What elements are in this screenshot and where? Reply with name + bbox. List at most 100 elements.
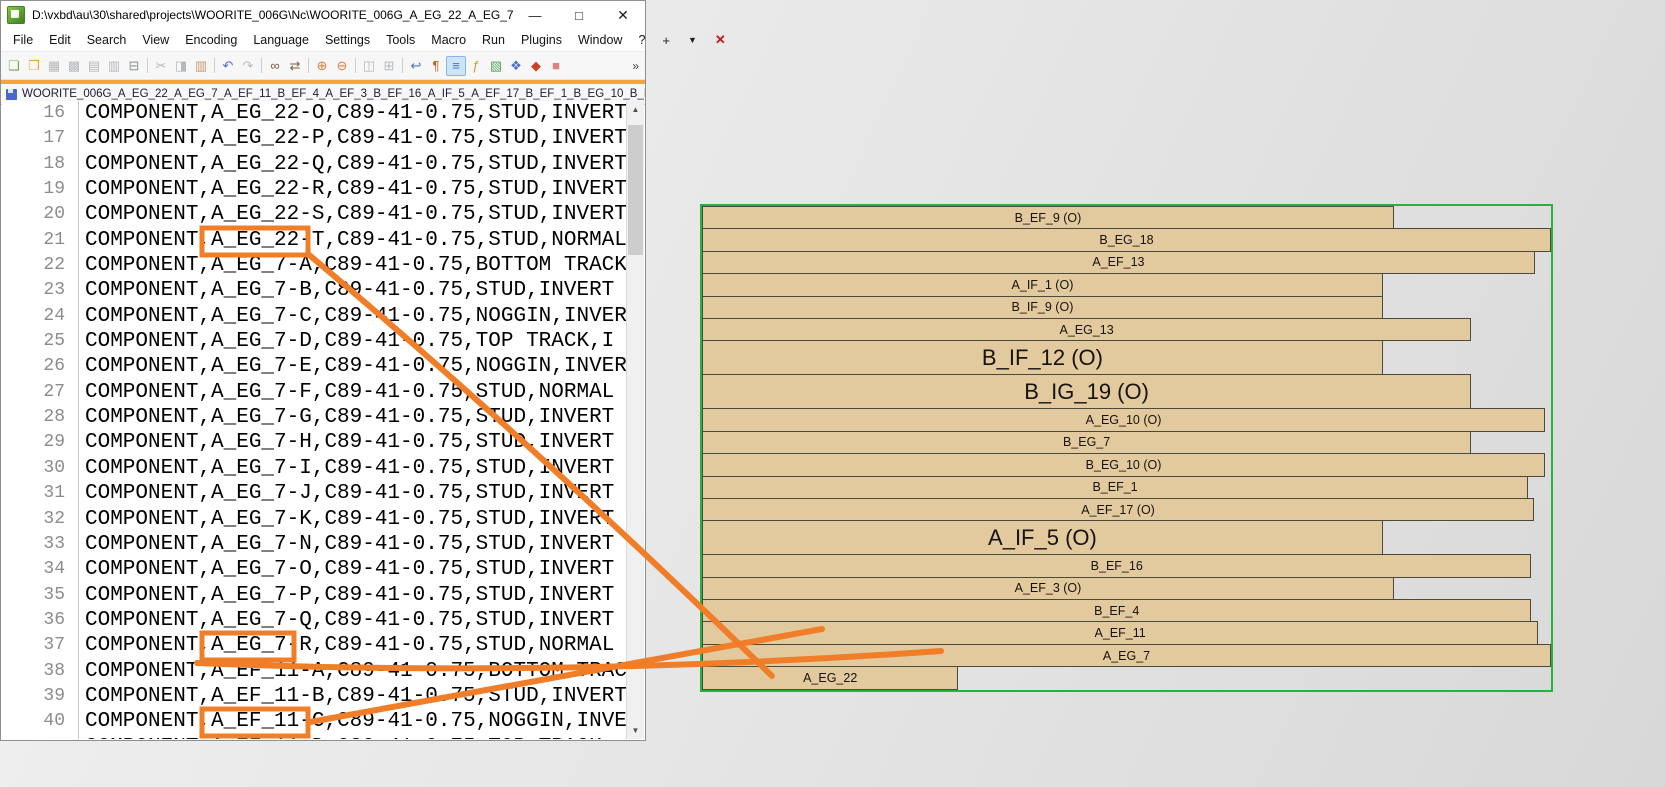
menu-item[interactable]: Language [245,31,317,49]
code-line[interactable]: COMPONENT,A_EG_22-P,C89-41-0.75,STUD,INV… [85,126,626,151]
code-line[interactable]: COMPONENT,A_EG_22-R,C89-41-0.75,STUD,INV… [85,177,626,202]
panel-bar-A_EG_13: A_EG_13 [702,318,1471,341]
document-switcher-icon[interactable]: ❖ [506,56,526,76]
panel-bar-B_EF_1: B_EF_1 [702,476,1528,499]
code-line[interactable]: COMPONENT,A_EF_11-D,C89-41-0.75,TOP TRAC… [85,735,626,739]
word-wrap-icon[interactable]: ↩ [406,56,426,76]
menu-item[interactable]: View [134,31,177,49]
new-tab-button[interactable]: + [653,33,679,48]
sync-vertical-icon[interactable]: ◫ [359,56,379,76]
menu-item[interactable]: Macro [423,31,474,49]
show-all-characters-icon[interactable]: ¶ [426,56,446,76]
menu-item[interactable]: Settings [317,31,378,49]
code-line[interactable]: COMPONENT,A_EG_7-D,C89-41-0.75,TOP TRACK… [85,329,626,354]
find-icon[interactable]: ∞ [265,56,285,76]
editor-code-area[interactable]: COMPONENT,A_EG_22-O,C89-41-0.75,STUD,INV… [79,101,626,739]
code-line[interactable]: COMPONENT,A_EG_22-S,C89-41-0.75,STUD,INV… [85,202,626,227]
line-number: 28 [2,405,65,430]
paste-icon[interactable]: ▥ [191,56,211,76]
menu-item[interactable]: Encoding [177,31,245,49]
save-all-icon[interactable]: ▩ [64,56,84,76]
panel-bar-A_EG_10: A_EG_10 (O) [702,408,1545,431]
panel-bar-A_EF_13: A_EF_13 [702,251,1535,274]
line-number: 19 [2,177,65,202]
new-file-icon[interactable]: ❏ [4,56,24,76]
tab-list-button[interactable]: ▼ [679,35,706,45]
redo-icon[interactable]: ↷ [238,56,258,76]
highlighted-token: A_EF_11 [211,710,299,733]
menu-item[interactable]: File [5,31,41,49]
close-button[interactable]: ✕ [601,2,645,29]
code-line[interactable]: COMPONENT,A_EG_7-P,C89-41-0.75,STUD,INVE… [85,583,626,608]
copy-icon[interactable]: ◨ [171,56,191,76]
code-line[interactable]: COMPONENT,A_EG_7-G,C89-41-0.75,STUD,INVE… [85,405,626,430]
menu-item[interactable]: Window [570,31,630,49]
line-number: 36 [2,608,65,633]
code-line[interactable]: COMPONENT,A_EG_7-O,C89-41-0.75,STUD,INVE… [85,557,626,582]
code-line[interactable]: COMPONENT,A_EG_22-Q,C89-41-0.75,STUD,INV… [85,152,626,177]
panel-bar-B_IF_9: B_IF_9 (O) [702,296,1383,319]
notepadpp-window: D:\vxbd\au\30\shared\projects\WOORITE_00… [0,0,646,741]
line-number: 39 [2,684,65,709]
menu-item[interactable]: ? [630,31,653,49]
menu-item[interactable]: Edit [41,31,79,49]
vertical-scrollbar[interactable]: ▲ ▼ [626,101,644,739]
zoom-out-icon[interactable]: ⊖ [332,56,352,76]
undo-icon[interactable]: ↶ [218,56,238,76]
scroll-up-button[interactable]: ▲ [627,101,644,118]
toolbar-separator [308,58,309,73]
document-map-icon[interactable]: ▧ [486,56,506,76]
menu-extras: +▼✕ [653,32,734,48]
scroll-down-button[interactable]: ▼ [627,722,644,739]
menu-item[interactable]: Search [79,31,135,49]
close-document-button[interactable]: ✕ [706,32,735,48]
indent-guide-icon[interactable]: ≡ [446,56,466,76]
sync-horizontal-icon[interactable]: ⊞ [379,56,399,76]
plugin-red-icon[interactable]: ◆ [526,56,546,76]
scrollbar-thumb[interactable] [628,125,643,255]
code-line[interactable]: COMPONENT,A_EF_11-C,C89-41-0.75,NOGGIN,I… [85,709,626,734]
code-line[interactable]: COMPONENT,A_EG_22-O,C89-41-0.75,STUD,INV… [85,101,626,126]
code-line[interactable]: COMPONENT,A_EG_7-N,C89-41-0.75,STUD,INVE… [85,532,626,557]
replace-icon[interactable]: ⇄ [285,56,305,76]
line-number: 34 [2,557,65,582]
plugin-pink-icon[interactable]: ■ [546,56,566,76]
function-list-icon[interactable]: ƒ [466,56,486,76]
code-line[interactable]: COMPONENT,A_EG_7-B,C89-41-0.75,STUD,INVE… [85,278,626,303]
open-file-icon[interactable]: ❒ [24,56,44,76]
code-line[interactable]: COMPONENT,A_EF_11-A,C89-41-0.75,BOTTOM T… [85,659,626,684]
panel-bar-B_IG_19: B_IG_19 (O) [702,374,1471,409]
code-line[interactable]: COMPONENT,A_EG_22-T,C89-41-0.75,STUD,NOR… [85,228,626,253]
menu-item[interactable]: Tools [378,31,423,49]
close-file-icon[interactable]: ▤ [84,56,104,76]
code-line[interactable]: COMPONENT,A_EG_7-Q,C89-41-0.75,STUD,INVE… [85,608,626,633]
panel-bar-B_EG_7: B_EG_7 [702,431,1471,454]
line-number: 33 [2,532,65,557]
zoom-in-icon[interactable]: ⊕ [312,56,332,76]
print-icon[interactable]: ⊟ [124,56,144,76]
save-icon[interactable]: ▦ [44,56,64,76]
code-line[interactable]: COMPONENT,A_EG_7-H,C89-41-0.75,STUD,INVE… [85,430,626,455]
line-number: 18 [2,152,65,177]
line-number: 29 [2,430,65,455]
code-line[interactable]: COMPONENT,A_EG_7-E,C89-41-0.75,NOGGIN,IN… [85,354,626,379]
close-all-icon[interactable]: ▥ [104,56,124,76]
cut-icon[interactable]: ✂ [151,56,171,76]
toolbar-separator [261,58,262,73]
panel-bar-A_EF_11: A_EF_11 [702,621,1538,644]
code-line[interactable]: COMPONENT,A_EG_7-R,C89-41-0.75,STUD,NORM… [85,633,626,658]
line-number: 17 [2,126,65,151]
code-line[interactable]: COMPONENT,A_EG_7-F,C89-41-0.75,STUD,NORM… [85,380,626,405]
code-line[interactable]: COMPONENT,A_EG_7-I,C89-41-0.75,STUD,INVE… [85,456,626,481]
code-line[interactable]: COMPONENT,A_EF_11-B,C89-41-0.75,STUD,INV… [85,684,626,709]
menu-item[interactable]: Plugins [513,31,570,49]
code-line[interactable]: COMPONENT,A_EG_7-K,C89-41-0.75,STUD,INVE… [85,507,626,532]
maximize-button[interactable]: □ [557,2,601,29]
code-line[interactable]: COMPONENT,A_EG_7-C,C89-41-0.75,NOGGIN,IN… [85,304,626,329]
code-line[interactable]: COMPONENT,A_EG_7-J,C89-41-0.75,STUD,INVE… [85,481,626,506]
minimize-button[interactable]: — [513,2,557,29]
panel-bar-A_EG_22: A_EG_22 [702,666,958,689]
menu-item[interactable]: Run [474,31,513,49]
code-line[interactable]: COMPONENT,A_EG_7-A,C89-41-0.75,BOTTOM TR… [85,253,626,278]
toolbar-overflow-button[interactable]: » [632,59,642,73]
